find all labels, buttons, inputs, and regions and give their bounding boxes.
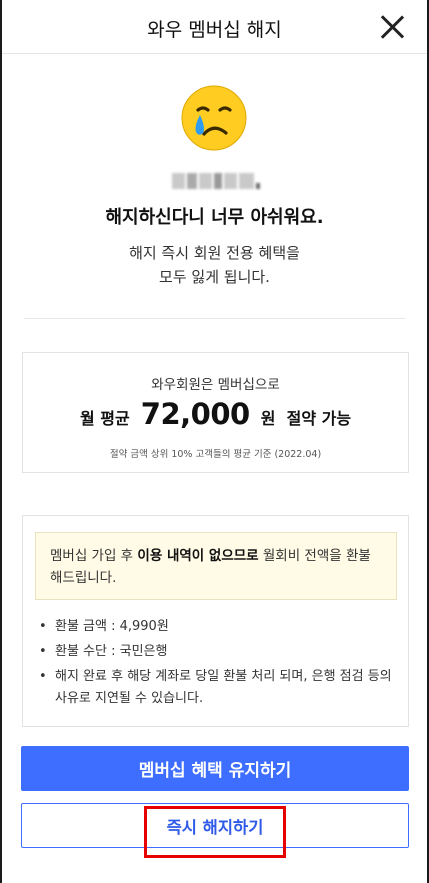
savings-suffix: 절약 가능 (286, 409, 352, 428)
close-icon[interactable] (379, 14, 405, 40)
crying-face-icon (181, 85, 247, 151)
refund-box: 멤버십 가입 후 이용 내역이 없으므로 월회비 전액을 환불해드립니다. 환불… (22, 515, 409, 727)
refund-details-list: 환불 금액 : 4,990원 환불 수단 : 국민은행 해지 완료 후 해당 계… (35, 616, 397, 713)
savings-intro: 와우회원은 멤버십으로 (151, 377, 280, 393)
refund-amount-item: 환불 금액 : 4,990원 (35, 616, 397, 638)
blurred-username (172, 170, 260, 192)
savings-amount: 72,000 (140, 397, 250, 431)
refund-note-item: 해지 완료 후 해당 계좌로 당일 환불 처리 되며, 은행 점검 등의 사유로… (35, 666, 397, 710)
refund-notice-pre: 멤버십 가입 후 (50, 548, 138, 564)
cancel-now-button[interactable]: 즉시 해지하기 (21, 803, 409, 848)
modal-title: 와우 멤버십 해지 (147, 19, 282, 41)
refund-method-item: 환불 수단 : 국민은행 (35, 641, 397, 663)
cancel-subtext-line2: 모두 잃게 됩니다. (159, 268, 270, 286)
refund-notice: 멤버십 가입 후 이용 내역이 없으므로 월회비 전액을 환불해드립니다. (35, 532, 397, 600)
savings-footnote: 절약 금액 상위 10% 고객들의 평균 기준 (2022.04) (109, 449, 322, 460)
savings-amount-line: 월 평균 72,000 원 절약 가능 (23, 397, 408, 431)
keep-membership-button[interactable]: 멤버십 혜택 유지하기 (21, 746, 409, 791)
cancel-headline: 해지하신다니 너무 아쉬워요. (105, 207, 324, 228)
section-divider (24, 318, 405, 319)
cancel-subtext-line1: 해지 즉시 회원 전용 혜택을 (129, 244, 300, 262)
savings-box: 와우회원은 멤버십으로 월 평균 72,000 원 절약 가능 절약 금액 상위… (22, 352, 409, 473)
refund-notice-bold: 이용 내역이 없으므로 (137, 548, 259, 564)
membership-cancel-modal: 와우 멤버십 해지 해지하신다니 너무 아쉬워요. 해지 즉시 회원 전용 혜택… (0, 0, 429, 883)
savings-prefix: 월 평균 (79, 409, 130, 428)
modal-header: 와우 멤버십 해지 (2, 0, 427, 54)
savings-unit: 원 (260, 409, 276, 428)
